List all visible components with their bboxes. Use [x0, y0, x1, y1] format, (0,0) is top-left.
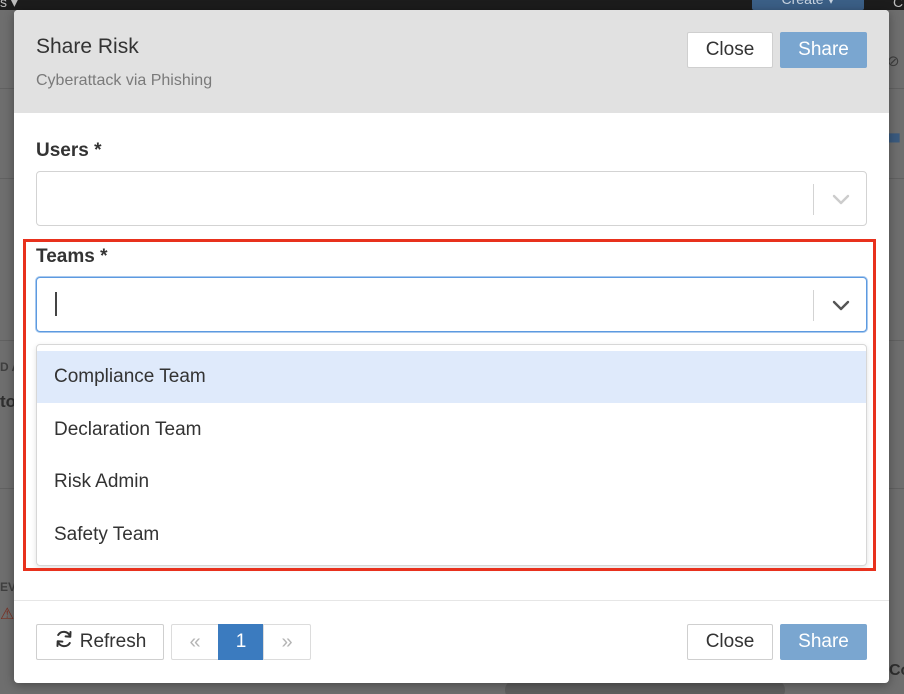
footer-close-button[interactable]: Close [687, 624, 773, 660]
dropdown-option[interactable]: Compliance Team [37, 351, 866, 403]
dropdown-option[interactable]: Safety Team [37, 509, 866, 561]
footer-share-button[interactable]: Share [780, 624, 867, 660]
double-chevron-right-icon[interactable]: » [263, 624, 311, 660]
teams-dropdown-menu: Compliance Team Declaration Team Risk Ad… [36, 344, 867, 566]
modal-title: Share Risk [36, 35, 139, 58]
refresh-button[interactable]: Refresh [36, 624, 164, 660]
double-chevron-left-icon[interactable]: « [171, 624, 219, 660]
background-topbar: s ▾ Create ▾ C [0, 0, 904, 10]
warning-icon: ⚠ [0, 606, 15, 623]
teams-label: Teams * [36, 246, 108, 267]
refresh-icon [54, 629, 74, 655]
dropdown-option[interactable]: Declaration Team [37, 404, 866, 456]
chevron-down-icon[interactable] [827, 290, 855, 321]
background-right-fragment: Co [889, 662, 904, 679]
text-cursor [55, 292, 57, 316]
share-risk-modal: Share Risk Cyberattack via Phishing Clos… [14, 10, 889, 683]
background-right-fragment: C [893, 0, 904, 10]
modal-header: Share Risk Cyberattack via Phishing Clos… [14, 10, 889, 113]
users-select[interactable] [36, 171, 867, 226]
background-create-button: Create ▾ [752, 0, 864, 10]
select-separator [813, 184, 814, 215]
page-number-current[interactable]: 1 [218, 624, 264, 660]
header-close-button[interactable]: Close [687, 32, 773, 68]
teams-select[interactable] [36, 277, 867, 332]
chevron-down-icon[interactable] [827, 184, 855, 215]
footer-divider [14, 600, 889, 601]
dropdown-option[interactable]: Risk Admin [37, 456, 866, 508]
pagination: « 1 » [171, 624, 311, 660]
select-separator [813, 290, 814, 321]
header-share-button[interactable]: Share [780, 32, 867, 68]
background-cart-icon: ▀ [889, 134, 900, 151]
modal-subtitle: Cyberattack via Phishing [36, 72, 213, 89]
refresh-label: Refresh [79, 631, 147, 652]
users-label: Users * [36, 140, 102, 161]
